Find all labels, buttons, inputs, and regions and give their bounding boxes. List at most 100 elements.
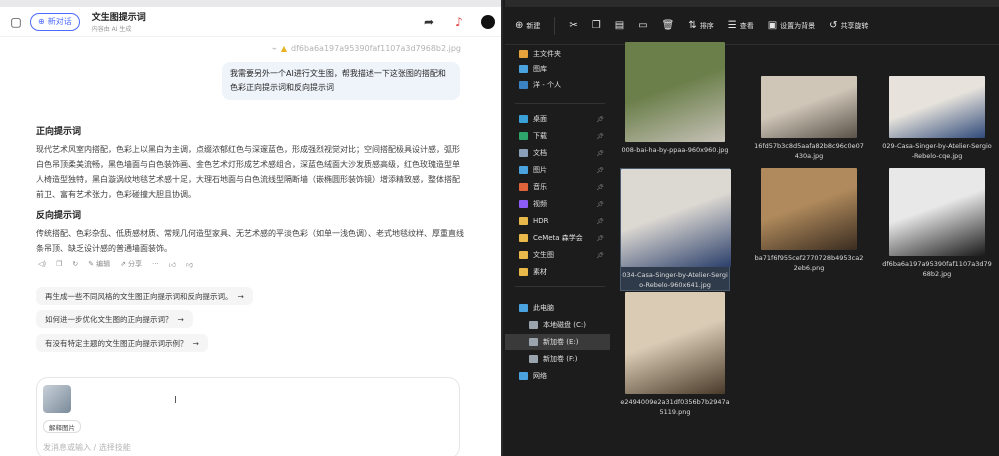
nav-item[interactable]: CeMeta 森学会 📌︎	[505, 230, 610, 246]
pin-icon[interactable]: 📌︎	[596, 218, 604, 225]
share-icon[interactable]: ➦	[421, 14, 437, 30]
positive-text: 现代艺术风室内搭配，色彩上以黑白为主调，点缀浓郁红色与深邃蓝色，形成强烈视觉对比…	[36, 145, 460, 199]
header-actions: ➦ ♪	[421, 14, 495, 30]
suggestion-1-label: 再生成一些不同风格的文生图正向提示词和反向提示词。	[45, 291, 233, 301]
file-thumbnail	[625, 42, 725, 142]
pin-icon[interactable]: 📌︎	[596, 184, 604, 191]
delete-icon[interactable]: 🗑︎	[662, 20, 675, 31]
file-tile[interactable]: df6ba6a197a95390faf1107a3d7968b2.jpg	[882, 168, 992, 279]
file-tile[interactable]: 029-Casa-Singer-by-Atelier-Sergio-Rebelo…	[882, 76, 992, 161]
suggestion-2-label: 如何进一步优化文生图的正向提示词？	[45, 314, 173, 324]
nav-item[interactable]: HDR 📌︎	[505, 213, 610, 229]
explorer-address-bar[interactable]	[505, 0, 999, 7]
edit-button[interactable]: ✎ 编辑	[88, 259, 110, 269]
new-chat-button[interactable]: ⊕ 新对话	[30, 12, 80, 31]
folder-icon	[529, 355, 538, 363]
nav-item[interactable]: 下载 📌︎	[505, 128, 610, 144]
nav-item[interactable]: 洋 - 个人	[505, 77, 610, 93]
share-small-icon: ⇗	[120, 260, 127, 268]
pin-icon[interactable]: 📌︎	[596, 150, 604, 157]
copy-icon[interactable]: ❐	[56, 260, 62, 268]
nav-item[interactable]: 本地磁盘 (C:)	[505, 317, 610, 333]
nav-item-label: CeMeta 森学会	[533, 234, 583, 242]
toolbar-divider	[554, 16, 556, 35]
sort-button[interactable]: ⇅ 排序	[688, 20, 713, 31]
image-icon: ▣	[767, 20, 778, 31]
share-button[interactable]: ⇗ 分享	[120, 259, 142, 269]
rotate-icon: ↺	[829, 20, 838, 31]
message-input-box[interactable]: 解释图片 发消息或输入 / 选择技能	[36, 377, 460, 456]
folder-icon	[529, 321, 538, 329]
file-thumbnail	[761, 168, 857, 250]
nav-item-label: 下载	[533, 132, 547, 140]
file-tile[interactable]: ba71f6f955cef2770728b4953ca22eb6.png	[754, 168, 864, 273]
pin-icon[interactable]: 📌︎	[596, 116, 604, 123]
link-icon: ⌁	[272, 44, 277, 53]
file-tile[interactable]: 16fd57b3c8d5aafa82b8c96c0e07430a.jpg	[754, 76, 864, 161]
message-input[interactable]: 发消息或输入 / 选择技能	[43, 442, 131, 453]
nav-item[interactable]: 文生图 📌︎	[505, 247, 610, 263]
folder-icon	[519, 50, 528, 58]
thumbs-up-icon[interactable]: 👍︎	[169, 260, 176, 269]
folder-icon	[519, 115, 528, 123]
nav-item[interactable]: 视频 📌︎	[505, 196, 610, 212]
cut-icon[interactable]: ✂	[569, 20, 577, 31]
thumbs-down-icon[interactable]: 👎︎	[186, 260, 193, 269]
rename-icon[interactable]: ▭	[638, 20, 647, 31]
answer-actions: ◁) ❐ ↻ ✎ 编辑 ⇗ 分享 ··· 👍︎ 👎︎	[38, 259, 193, 269]
new-button[interactable]: ⊕ 新建	[515, 20, 540, 31]
nav-item[interactable]: 新加卷 (F:)	[505, 351, 610, 367]
attached-file-name: df6ba6a197a95390faf1107a3d7968b2.jpg	[291, 44, 461, 53]
nav-item[interactable]: 网络	[505, 368, 610, 384]
suggestion-3-label: 有没有特定主题的文生图正向提示词示例？	[45, 338, 188, 348]
copy-icon[interactable]: ❐	[592, 20, 601, 31]
avatar[interactable]	[481, 14, 495, 29]
file-tile[interactable]: e2494009e2a31df0356b7b2947a5119.png	[620, 292, 730, 417]
browser-url-bar[interactable]	[0, 0, 501, 7]
new-chat-label: 新对话	[47, 17, 72, 26]
attached-image-thumbnail[interactable]	[43, 385, 71, 413]
chat-title-group: 文生图提示词 内容由 AI 生成	[92, 10, 146, 33]
pin-icon[interactable]: 📌︎	[596, 235, 604, 242]
rotate-button[interactable]: ↺ 共享旋转	[829, 20, 868, 31]
edit-icon: ✎	[88, 260, 95, 268]
pin-icon[interactable]: 📌︎	[596, 201, 604, 208]
set-background-button[interactable]: ▣ 设置为背景	[768, 20, 815, 31]
speaker-icon[interactable]: ◁)	[38, 260, 46, 268]
suggestion-1[interactable]: 再生成一些不同风格的文生图正向提示词和反向提示词。 →	[36, 287, 253, 305]
suggestion-2[interactable]: 如何进一步优化文生图的正向提示词？ →	[36, 310, 193, 328]
regenerate-icon[interactable]: ↻	[72, 260, 78, 268]
nav-item[interactable]: 素材	[505, 264, 610, 280]
nav-item[interactable]: 音乐 📌︎	[505, 179, 610, 195]
chat-title[interactable]: 文生图提示词	[92, 10, 146, 23]
explain-image-chip[interactable]: 解释图片	[43, 420, 81, 433]
file-tile[interactable]: 008-bai-ha-by-ppaa-960x960.jpg	[620, 42, 730, 155]
rotate-label: 共享旋转	[840, 21, 869, 30]
more-icon[interactable]: ···	[152, 260, 159, 268]
nav-item[interactable]: 主文件夹	[505, 46, 610, 62]
pin-icon[interactable]: 📌︎	[596, 133, 604, 140]
nav-item[interactable]: 图库	[505, 61, 610, 77]
nav-item[interactable]: 图片 📌︎	[505, 162, 610, 178]
pin-icon[interactable]: 📌︎	[596, 167, 604, 174]
chat-subtitle: 内容由 AI 生成	[91, 26, 132, 33]
nav-item[interactable]: 文档 📌︎	[505, 145, 610, 161]
view-button[interactable]: ☰ 查看	[728, 20, 754, 31]
bell-icon[interactable]: ♪	[451, 14, 467, 30]
nav-item-label: 网络	[533, 372, 547, 380]
file-tile[interactable]: 034-Casa-Singer-by-Atelier-Sergio-Rebelo…	[620, 168, 731, 291]
pin-icon[interactable]: 📌︎	[596, 252, 604, 259]
nav-item[interactable]: 桌面 📌︎	[505, 111, 610, 127]
nav-item[interactable]: 新加卷 (E:)	[505, 334, 610, 350]
attached-file-reference[interactable]: ⌁ ▲ df6ba6a197a95390faf1107a3d7968b2.jpg	[272, 44, 461, 53]
nav-item[interactable]: 此电脑	[505, 300, 610, 316]
file-name: ba71f6f955cef2770728b4953ca22eb6.png	[754, 254, 864, 272]
sidebar-toggle-icon[interactable]: ▢	[8, 14, 24, 30]
sort-icon: ⇅	[688, 20, 697, 31]
negative-text: 传统搭配、色彩杂乱、低质感材质、常规几何造型家具、无艺术感的平淡色彩（如单一浅色…	[36, 229, 464, 253]
suggestion-3[interactable]: 有没有特定主题的文生图正向提示词示例？ →	[36, 334, 208, 352]
file-thumbnail	[621, 169, 731, 267]
paste-icon[interactable]: ▤	[615, 20, 624, 31]
chat-window: ▢ ⊕ 新对话 文生图提示词 内容由 AI 生成 ➦ ♪ ⌁ ▲ df6ba6a…	[0, 0, 503, 456]
file-thumbnail	[761, 76, 857, 138]
